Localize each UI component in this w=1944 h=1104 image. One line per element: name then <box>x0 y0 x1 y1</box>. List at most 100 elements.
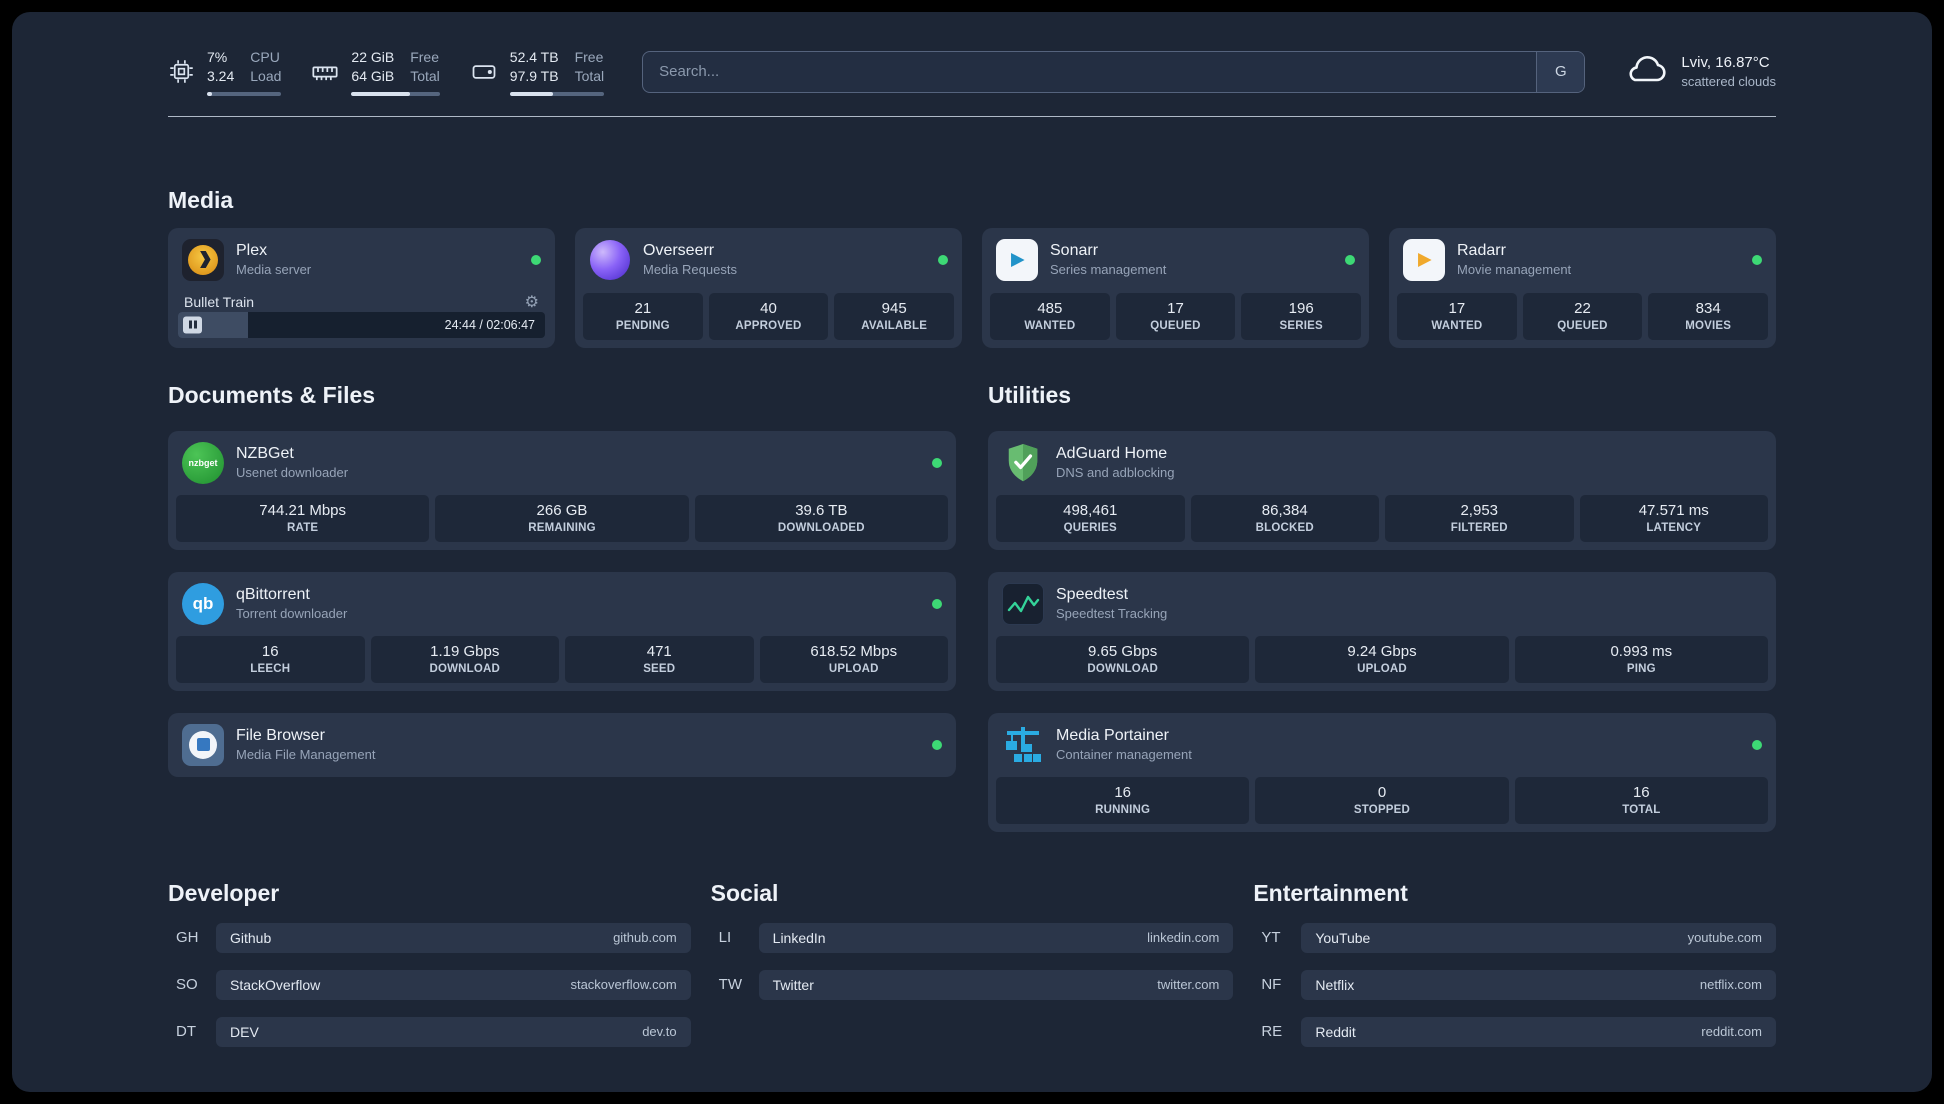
filebrowser-card[interactable]: File Browser Media File Management <box>168 712 956 777</box>
service-desc: Torrent downloader <box>236 606 348 622</box>
bookmark-abbr: LI <box>718 929 732 947</box>
adguard-stats: 498,461 QUERIES 86,384 BLOCKED 2,953 FILTER… <box>988 494 1776 550</box>
overseerr-card[interactable]: Overseerr Media Requests 21 PENDING 40 APP… <box>575 227 962 348</box>
sonarr-stats: 485 WANTED 17 QUEUED 196 SERIES <box>982 292 1369 348</box>
search-input[interactable] <box>643 51 1537 92</box>
stat: 1.19 Gbps DOWNLOAD <box>370 635 559 683</box>
sonarr-icon <box>996 238 1038 281</box>
documents-column: Documents & Files nzbget NZBGet Usenet d… <box>168 382 956 832</box>
stat: 744.21 Mbps RATE <box>176 494 430 542</box>
stat: 86,384 BLOCKED <box>1190 494 1379 542</box>
bookmark-url: netflix.com <box>1699 977 1762 993</box>
plex-player-bar[interactable]: 24:44 / 02:06:47 <box>178 311 545 338</box>
overseerr-stats: 21 PENDING 40 APPROVED 945 AVAILABLE <box>575 292 962 348</box>
portainer-card[interactable]: Media Portainer Container management 16 R… <box>988 712 1776 832</box>
stat: 17 WANTED <box>1397 292 1517 340</box>
bookmark-abbr: GH <box>176 929 199 947</box>
adguard-icon <box>1002 442 1044 484</box>
service-desc: Usenet downloader <box>236 465 349 481</box>
ram-progress-fill <box>351 91 410 96</box>
top-bar: 7% 3.24 CPU Load 22 GiB 64 GiB Free Tota… <box>168 48 1776 96</box>
search-bar: G <box>642 50 1586 93</box>
stat: 0.993 ms PING <box>1514 635 1768 683</box>
section-title-developer: Developer <box>168 879 280 906</box>
header-divider <box>168 115 1776 117</box>
radarr-card[interactable]: Radarr Movie management 17 WANTED 22 QUEUE… <box>1389 227 1776 348</box>
service-desc: Movie management <box>1457 262 1572 278</box>
bookmark-name: Netflix <box>1315 976 1355 993</box>
plex-icon <box>182 238 224 281</box>
stat: 16 LEECH <box>176 635 365 683</box>
cpu-icon <box>168 58 195 85</box>
service-name: Sonarr <box>1050 242 1099 260</box>
section-title-documents: Documents & Files <box>168 381 376 408</box>
utilities-column: Utilities AdGuard Home DNS and adblockin… <box>988 382 1776 832</box>
entertainment-bookmarks: Entertainment YT YouTube youtube.com NF N… <box>1253 880 1776 1064</box>
middle-columns: Documents & Files nzbget NZBGet Usenet d… <box>168 382 1776 832</box>
cpu-label-top: CPU <box>250 49 280 65</box>
status-dot <box>531 254 541 265</box>
bookmark-name: YouTube <box>1315 929 1371 946</box>
stat: 834 MOVIES <box>1648 292 1768 340</box>
bookmark-url: youtube.com <box>1687 930 1762 946</box>
bookmark-dev[interactable]: DT DEV dev.to <box>168 1016 691 1047</box>
service-desc: Container management <box>1056 747 1192 763</box>
portainer-icon <box>1002 724 1044 766</box>
cpu-label-bottom: Load <box>250 67 282 84</box>
bookmark-url: dev.to <box>642 1024 677 1040</box>
bookmark-url: github.com <box>613 930 677 946</box>
stat: 498,461 QUERIES <box>996 494 1185 542</box>
plex-card[interactable]: Plex Media server Bullet Train ⚙ 24:44 /… <box>168 227 555 348</box>
ram-metric: 22 GiB 64 GiB Free Total <box>311 48 440 96</box>
gear-icon[interactable]: ⚙ <box>525 292 539 312</box>
ram-label-bottom: Total <box>410 67 440 84</box>
bookmark-youtube[interactable]: YT YouTube youtube.com <box>1253 922 1776 953</box>
section-media: Media Plex Media server Bullet Train ⚙ 2… <box>168 187 1776 348</box>
nzbget-card[interactable]: nzbget NZBGet Usenet downloader 744.21 M… <box>168 430 956 550</box>
bookmark-abbr: NF <box>1261 976 1282 994</box>
qbittorrent-card[interactable]: qb qBittorrent Torrent downloader 16 LEEC… <box>168 571 956 691</box>
stat: 40 APPROVED <box>708 292 829 340</box>
search-provider-button[interactable]: G <box>1536 51 1585 92</box>
bookmark-url: linkedin.com <box>1147 930 1220 946</box>
sonarr-card[interactable]: Sonarr Series management 485 WANTED 17 QUE… <box>982 227 1369 348</box>
bookmark-github[interactable]: GH Github github.com <box>168 922 691 953</box>
bookmark-twitter[interactable]: TW Twitter twitter.com <box>711 969 1234 1000</box>
overseerr-icon <box>589 239 631 281</box>
now-playing-title: Bullet Train <box>184 293 255 310</box>
stat: 266 GB REMAINING <box>435 494 689 542</box>
bookmark-abbr: DT <box>176 1023 196 1041</box>
bookmark-stackoverflow[interactable]: SO StackOverflow stackoverflow.com <box>168 969 691 1000</box>
disk-total: 97.9 TB <box>509 67 559 84</box>
nzbget-icon: nzbget <box>182 441 224 484</box>
speedtest-icon <box>1002 582 1044 625</box>
service-name: Media Portainer <box>1056 727 1169 745</box>
service-desc: Series management <box>1050 262 1167 278</box>
bookmark-url: reddit.com <box>1701 1024 1762 1040</box>
adguard-card[interactable]: AdGuard Home DNS and adblocking 498,461 Q… <box>988 430 1776 550</box>
service-name: NZBGet <box>236 445 294 463</box>
weather-location: Lviv, 16.87°C <box>1681 54 1770 72</box>
service-desc: Media server <box>236 262 312 278</box>
service-name: Radarr <box>1457 242 1506 260</box>
stat: 196 SERIES <box>1241 292 1361 340</box>
stat: 471 SEED <box>565 635 754 683</box>
bookmark-reddit[interactable]: RE Reddit reddit.com <box>1253 1016 1776 1047</box>
stat: 16 RUNNING <box>996 776 1250 824</box>
ram-free: 22 GiB <box>351 49 395 65</box>
bookmark-linkedin[interactable]: LI LinkedIn linkedin.com <box>711 922 1234 953</box>
portainer-stats: 16 RUNNING 0 STOPPED 16 TOTAL <box>988 776 1776 832</box>
ram-total: 64 GiB <box>351 67 395 84</box>
ram-progress-track <box>351 91 440 96</box>
social-bookmarks: Social LI LinkedIn linkedin.com TW Twitte… <box>711 880 1234 1064</box>
cpu-percent: 7% <box>207 49 228 65</box>
bookmark-netflix[interactable]: NF Netflix netflix.com <box>1253 969 1776 1000</box>
section-title-entertainment: Entertainment <box>1253 879 1408 906</box>
developer-bookmarks: Developer GH Github github.com SO StackOv… <box>168 880 691 1064</box>
section-title-social: Social <box>710 879 779 906</box>
speedtest-stats: 9.65 Gbps DOWNLOAD 9.24 Gbps UPLOAD 0.993 … <box>988 635 1776 691</box>
bookmark-abbr: YT <box>1261 929 1281 947</box>
pause-icon[interactable] <box>183 316 202 334</box>
speedtest-card[interactable]: Speedtest Speedtest Tracking 9.65 Gbps DO… <box>988 571 1776 691</box>
ram-label-top: Free <box>410 49 440 65</box>
